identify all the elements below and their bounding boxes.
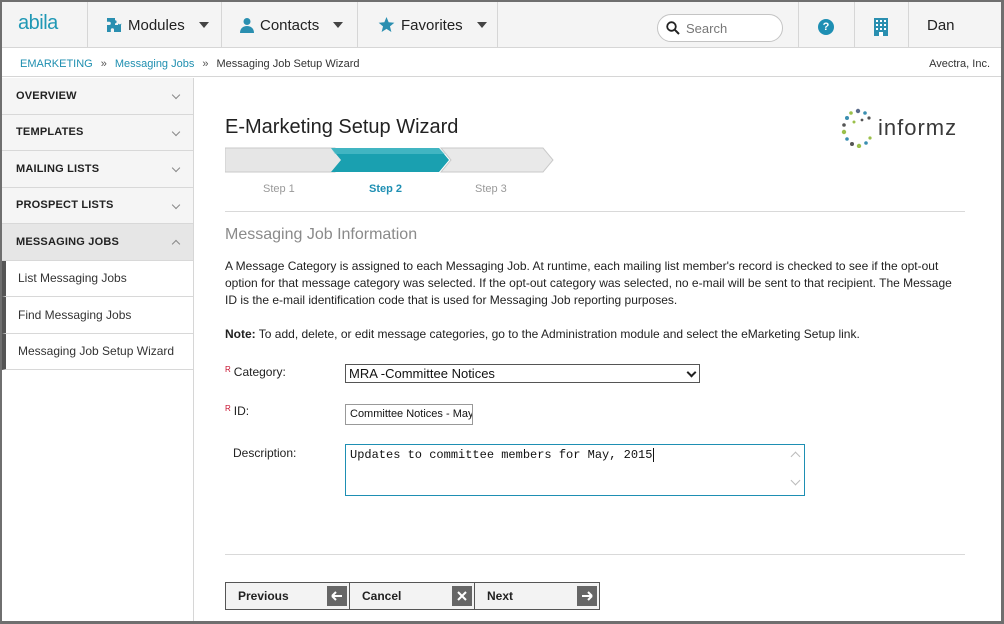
sidebar-item-overview[interactable]: OVERVIEW bbox=[2, 78, 193, 115]
note-text: Note: To add, delete, or edit message ca… bbox=[225, 327, 860, 341]
textarea-scrollbar[interactable] bbox=[790, 451, 801, 489]
description-label: Description: bbox=[233, 446, 297, 460]
contacts-label: Contacts bbox=[260, 16, 320, 34]
top-navigation-bar: abila Modules Contacts Favorites Search … bbox=[2, 2, 1001, 48]
organization-name: Avectra, Inc. bbox=[929, 58, 990, 70]
id-label: R ID: bbox=[225, 404, 249, 418]
sidebar-item-templates[interactable]: TEMPLATES bbox=[2, 114, 193, 151]
section-title: Messaging Job Information bbox=[225, 226, 418, 243]
page-title: E-Marketing Setup Wizard bbox=[225, 116, 459, 138]
help-icon[interactable]: ? bbox=[818, 19, 834, 35]
step-1-segment bbox=[225, 147, 346, 173]
chevron-down-icon bbox=[198, 22, 209, 28]
divider bbox=[225, 554, 965, 555]
sidebar: OVERVIEW TEMPLATES MAILING LISTS PROSPEC… bbox=[2, 78, 194, 621]
modules-menu[interactable]: Modules bbox=[88, 2, 222, 48]
close-icon bbox=[452, 586, 472, 606]
required-marker: R bbox=[225, 365, 231, 374]
breadcrumb: EMARKETING » Messaging Jobs » Messaging Job … bbox=[20, 58, 360, 70]
scroll-down-icon[interactable] bbox=[790, 475, 801, 486]
divider bbox=[854, 2, 855, 48]
chevron-down-icon bbox=[171, 127, 181, 136]
previous-button[interactable]: Previous bbox=[226, 583, 350, 609]
breadcrumb-separator: » bbox=[100, 58, 107, 70]
sidebar-subitem-find-messaging-jobs[interactable]: Find Messaging Jobs bbox=[2, 297, 193, 334]
category-selected-value: MRA -Committee Notices bbox=[349, 366, 495, 381]
sidebar-item-label: PROSPECT LISTS bbox=[16, 199, 114, 212]
text-cursor bbox=[653, 448, 655, 462]
instructions-text: A Message Category is assigned to each M… bbox=[225, 259, 952, 307]
cancel-button[interactable]: Cancel bbox=[350, 583, 475, 609]
search-input[interactable] bbox=[686, 20, 774, 36]
divider bbox=[798, 2, 799, 48]
step-1-label: Step 1 bbox=[263, 183, 295, 195]
main-content: E-Marketing Setup Wizard informz Step 1 … bbox=[195, 78, 1001, 621]
app-window: abila Modules Contacts Favorites Search … bbox=[0, 0, 1004, 624]
wizard-progress-bar bbox=[225, 147, 554, 173]
category-label: R Category: bbox=[225, 365, 286, 379]
breadcrumb-messaging-jobs[interactable]: Messaging Jobs bbox=[115, 58, 195, 70]
sidebar-item-label: MAILING LISTS bbox=[16, 162, 100, 175]
category-label-text: Category: bbox=[233, 365, 286, 379]
person-icon bbox=[240, 17, 254, 33]
scroll-up-icon[interactable] bbox=[790, 451, 801, 462]
sidebar-item-messaging-jobs[interactable]: MESSAGING JOBS bbox=[2, 224, 193, 261]
note-body: To add, delete, or edit message categori… bbox=[255, 327, 860, 341]
chevron-down-icon bbox=[686, 367, 697, 378]
informz-logo-text: informz bbox=[878, 115, 958, 140]
modules-label: Modules bbox=[128, 16, 185, 34]
step-3-label: Step 3 bbox=[475, 183, 507, 195]
abila-logo[interactable]: abila bbox=[2, 2, 88, 48]
sidebar-item-label: OVERVIEW bbox=[16, 89, 77, 102]
search-box[interactable] bbox=[657, 14, 783, 42]
wizard-button-group: Previous Cancel Next bbox=[225, 582, 600, 610]
breadcrumb-separator: » bbox=[202, 58, 209, 70]
divider bbox=[908, 2, 909, 48]
required-marker: R bbox=[225, 404, 231, 413]
category-select[interactable]: MRA -Committee Notices bbox=[345, 364, 700, 383]
id-field[interactable]: Committee Notices - May bbox=[345, 404, 473, 425]
logo-text: abila bbox=[18, 12, 58, 34]
arrow-left-icon bbox=[327, 586, 347, 606]
breadcrumb-emarketing[interactable]: EMARKETING bbox=[20, 58, 93, 70]
step-3-segment bbox=[439, 147, 554, 173]
breadcrumb-bar: EMARKETING » Messaging Jobs » Messaging Job … bbox=[2, 49, 1001, 77]
id-label-text: ID: bbox=[233, 404, 250, 418]
favorites-label: Favorites bbox=[401, 16, 463, 34]
favorites-menu[interactable]: Favorites bbox=[358, 2, 498, 48]
chevron-down-icon bbox=[171, 90, 181, 100]
sidebar-item-label: TEMPLATES bbox=[16, 126, 84, 139]
puzzle-icon bbox=[106, 17, 122, 33]
chevron-down-icon bbox=[171, 200, 181, 209]
star-icon bbox=[378, 17, 395, 33]
next-button[interactable]: Next bbox=[475, 583, 599, 609]
informz-dots-icon bbox=[841, 108, 872, 148]
search-icon bbox=[666, 21, 680, 35]
cancel-button-label: Cancel bbox=[362, 589, 402, 603]
note-label: Note: bbox=[225, 327, 256, 341]
sidebar-subitem-messaging-job-setup-wizard[interactable]: Messaging Job Setup Wizard bbox=[2, 333, 193, 370]
chevron-down-icon bbox=[171, 163, 181, 173]
chevron-up-icon bbox=[171, 239, 181, 249]
sidebar-item-label: MESSAGING JOBS bbox=[16, 235, 120, 248]
breadcrumb-current: Messaging Job Setup Wizard bbox=[216, 58, 360, 70]
sidebar-item-mailing-lists[interactable]: MAILING LISTS bbox=[2, 151, 193, 188]
chevron-down-icon bbox=[476, 22, 487, 28]
arrow-right-icon bbox=[577, 586, 597, 606]
building-icon[interactable] bbox=[874, 18, 888, 39]
informz-logo: informz bbox=[840, 108, 957, 148]
contacts-menu[interactable]: Contacts bbox=[222, 2, 358, 48]
sidebar-subitem-list-messaging-jobs[interactable]: List Messaging Jobs bbox=[2, 260, 193, 297]
chevron-down-icon bbox=[333, 22, 344, 28]
previous-button-label: Previous bbox=[238, 589, 289, 603]
sidebar-item-prospect-lists[interactable]: PROSPECT LISTS bbox=[2, 187, 193, 224]
description-value: Updates to committee members for May, 20… bbox=[350, 448, 653, 462]
divider bbox=[225, 211, 965, 212]
user-menu[interactable]: Dan bbox=[927, 17, 955, 34]
step-2-highlight bbox=[331, 148, 445, 154]
step-2-label: Step 2 bbox=[369, 183, 403, 195]
description-textarea[interactable]: Updates to committee members for May, 20… bbox=[345, 444, 805, 496]
next-button-label: Next bbox=[487, 589, 514, 603]
